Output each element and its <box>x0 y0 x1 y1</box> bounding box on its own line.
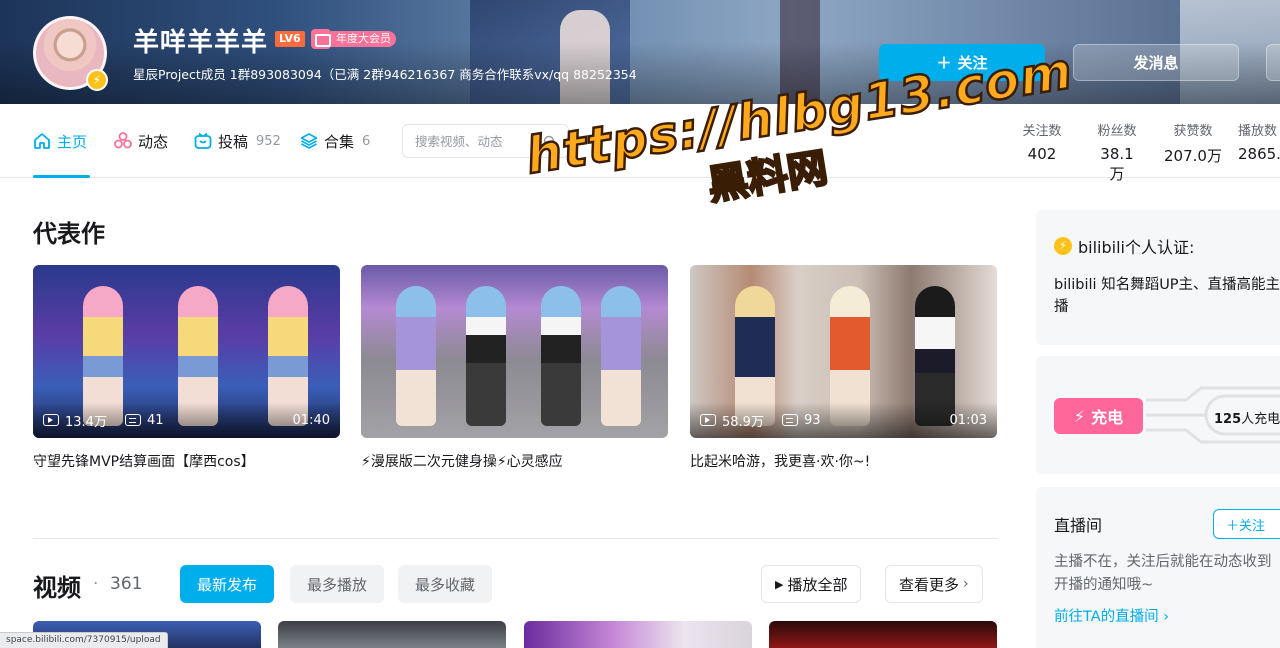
videos-title: 视频 <box>33 574 81 602</box>
stat-followers[interactable]: 粉丝数 38.1万 <box>1093 120 1141 184</box>
plus-icon: ＋ <box>1226 518 1240 534</box>
video-thumbnail[interactable] <box>278 621 506 648</box>
stat-plays: 播放数 2865.7 <box>1238 120 1280 163</box>
tab-home-label: 主页 <box>57 132 88 151</box>
sort-latest[interactable]: 最新发布 <box>180 565 275 603</box>
danmaku-icon <box>781 414 798 426</box>
more-button[interactable] <box>1266 44 1280 81</box>
plus-icon: ＋ <box>936 54 952 72</box>
stat-likes: 获赞数 207.0万 <box>1164 120 1222 166</box>
tv-icon <box>194 132 212 149</box>
search-icon[interactable] <box>543 135 557 149</box>
live-title: 直播间 <box>1054 516 1103 535</box>
featured-card[interactable]: 13.4万 41 01:40 守望先锋MVP结算画面【摩西cos】 <box>33 265 340 471</box>
username: 羊咩羊羊羊 <box>133 28 269 58</box>
danmaku-icon <box>124 414 141 426</box>
live-text: 主播不在，关注后就能在动态收到开播的通知哦~ <box>1054 554 1272 593</box>
verified-badge-icon: ⚡ <box>86 69 108 91</box>
play-icon: ▶ <box>775 577 784 591</box>
featured-title: 代表作 <box>33 220 105 248</box>
dynamic-icon <box>114 132 132 149</box>
duration: 01:40 <box>292 412 330 428</box>
danmaku-count: 93 <box>803 412 821 428</box>
featured-card[interactable]: 58.9万 93 01:03 比起米哈游，我更喜·欢·你~! <box>690 265 997 471</box>
follow-button[interactable]: ＋ 关注 <box>879 44 1045 81</box>
header-banner: ⚡ 羊咩羊羊羊 LV6 年度大会员 星辰Project成员 1群89308309… <box>0 0 1280 104</box>
view-count: 13.4万 <box>65 414 107 430</box>
chevron-right-icon: › <box>1163 609 1170 625</box>
stat-value: 207.0万 <box>1164 147 1222 165</box>
videos-count: 361 <box>110 574 143 594</box>
charge-button[interactable]: ⚡ 充电 <box>1054 398 1143 434</box>
stat-label: 播放数 <box>1238 124 1278 139</box>
verified-badge-icon: ⚡ <box>1054 237 1072 255</box>
charge-card: ⚡ 充电 125人充电 <box>1036 356 1280 474</box>
charge-count: 125人充电 <box>1214 412 1280 427</box>
tab-uploads-count: 952 <box>256 133 281 149</box>
video-thumbnail[interactable] <box>524 621 752 648</box>
video-thumbnail[interactable] <box>361 265 668 438</box>
level-badge: LV6 <box>275 31 305 47</box>
video-thumbnail[interactable] <box>769 621 997 648</box>
play-all-button[interactable]: ▶ 播放全部 <box>761 565 862 603</box>
tab-uploads-label: 投稿 <box>218 132 249 151</box>
see-more-button[interactable]: 查看更多 › <box>885 565 983 603</box>
message-button[interactable]: 发消息 <box>1073 44 1239 81</box>
sort-most-favorited[interactable]: 最多收藏 <box>398 565 493 603</box>
video-thumbnail[interactable]: 58.9万 93 01:03 <box>690 265 997 438</box>
profile-nav: 主页 动态 投稿 952 合集 6 关注数 402 粉丝数 38.1万 获赞数 … <box>0 104 1280 183</box>
danmaku-count: 41 <box>146 412 164 428</box>
live-card: 直播间 ＋关注 主播不在，关注后就能在动态收到开播的通知哦~ 前往TA的直播间 … <box>1036 487 1280 648</box>
certification-card: ⚡ bilibili个人认证: bilibili 知名舞蹈UP主、直播高能主播 <box>1036 210 1280 345</box>
stat-value: 38.1万 <box>1100 145 1134 183</box>
video-title[interactable]: 守望先锋MVP结算画面【摩西cos】 <box>33 451 340 471</box>
play-count-icon <box>43 414 59 426</box>
video-title[interactable]: 比起米哈游，我更喜·欢·你~! <box>690 451 997 471</box>
tab-collections[interactable]: 合集 6 <box>300 104 370 178</box>
lightning-icon: ⚡ <box>1073 406 1086 426</box>
tab-uploads[interactable]: 投稿 952 <box>194 104 281 178</box>
tab-collections-count: 6 <box>362 133 371 149</box>
layers-icon <box>300 133 318 149</box>
stat-label: 粉丝数 <box>1097 124 1137 139</box>
stat-following[interactable]: 关注数 402 <box>1020 120 1064 163</box>
follow-label: 关注 <box>957 54 988 72</box>
video-thumbnail[interactable]: 13.4万 41 01:40 <box>33 265 340 438</box>
vip-label: 年度大会员 <box>331 31 396 47</box>
tv-icon <box>311 29 331 49</box>
videos-count-sep: · <box>93 574 99 594</box>
tab-collections-label: 合集 <box>324 132 355 151</box>
user-sign: 星辰Project成员 1群893083094（已满 2群946216367 商… <box>133 67 637 82</box>
section-divider <box>33 538 997 539</box>
tab-dynamic-label: 动态 <box>138 132 169 151</box>
play-all-label: 播放全部 <box>787 575 848 594</box>
stat-value: 402 <box>1027 145 1057 163</box>
live-follow-button[interactable]: ＋关注 <box>1213 509 1280 539</box>
live-follow-label: 关注 <box>1239 518 1266 534</box>
home-icon <box>34 133 50 149</box>
chevron-right-icon: › <box>963 576 969 592</box>
charge-label: 充电 <box>1091 408 1124 427</box>
status-url: space.bilibili.com/7370915/upload <box>0 632 168 648</box>
tab-home[interactable]: 主页 <box>33 104 90 178</box>
see-more-label: 查看更多 <box>899 575 960 594</box>
sort-most-played[interactable]: 最多播放 <box>290 565 385 603</box>
video-title[interactable]: ⚡漫展版二次元健身操⚡心灵感应 <box>361 451 668 471</box>
stat-label: 获赞数 <box>1173 124 1213 139</box>
view-count: 58.9万 <box>722 414 764 430</box>
cert-text: bilibili 知名舞蹈UP主、直播高能主播 <box>1054 277 1280 315</box>
featured-card[interactable]: ⚡漫展版二次元健身操⚡心灵感应 <box>361 265 668 471</box>
vip-badge[interactable]: 年度大会员 <box>311 29 396 49</box>
live-room-link[interactable]: 前往TA的直播间 › <box>1054 605 1169 626</box>
tab-dynamic[interactable]: 动态 <box>114 104 168 178</box>
stat-label: 关注数 <box>1022 124 1062 139</box>
cert-title: bilibili个人认证: <box>1078 238 1195 257</box>
stat-value: 2865.7 <box>1238 145 1280 163</box>
play-count-icon <box>700 414 716 426</box>
duration: 01:03 <box>949 412 987 428</box>
